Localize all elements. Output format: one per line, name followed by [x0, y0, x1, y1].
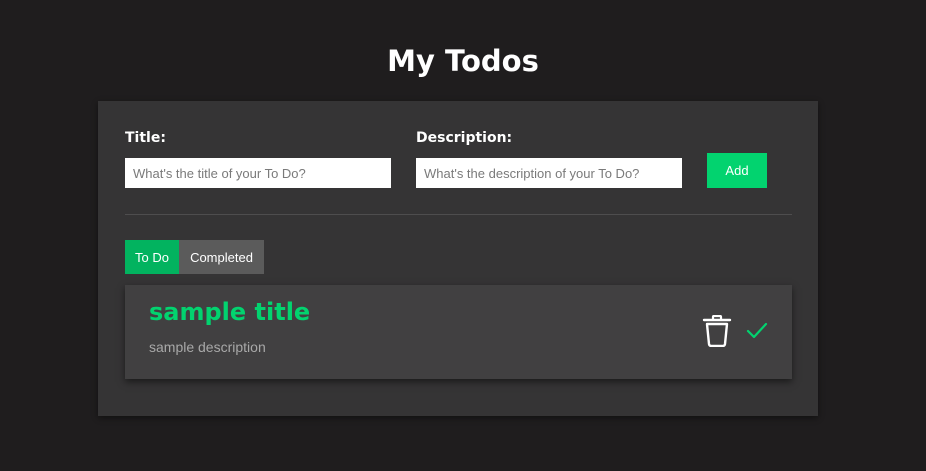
tab-todo[interactable]: To Do: [125, 240, 179, 274]
todo-description: sample description: [149, 339, 266, 355]
divider: [125, 214, 792, 215]
tab-bar: To Do Completed: [125, 240, 264, 274]
page-title: My Todos: [387, 44, 539, 79]
todo-wrapper: Title: Description: Add To Do Completed …: [98, 101, 818, 416]
description-label: Description:: [416, 130, 513, 146]
todo-item: sample title sample description: [125, 285, 792, 379]
title-label: Title:: [125, 130, 166, 146]
todo-title: sample title: [149, 298, 311, 326]
title-input[interactable]: [125, 158, 391, 188]
check-icon[interactable]: [746, 321, 768, 341]
trash-icon[interactable]: [702, 315, 732, 347]
tab-completed[interactable]: Completed: [179, 240, 264, 274]
description-input[interactable]: [416, 158, 682, 188]
add-button[interactable]: Add: [707, 153, 767, 188]
